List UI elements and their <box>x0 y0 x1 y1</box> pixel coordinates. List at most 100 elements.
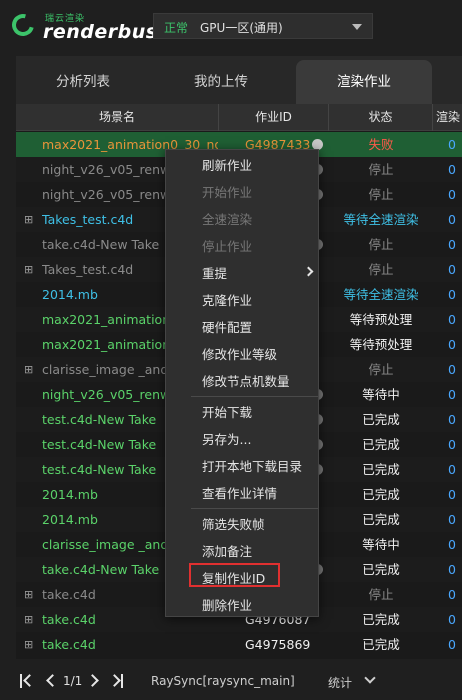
expand-toggle-icon[interactable] <box>24 157 36 182</box>
render-count-cell: 0 <box>448 262 456 277</box>
tab-my-uploads[interactable]: 我的上传 <box>156 60 286 104</box>
pagination-bar: 1/1 RaySync[raysync_main] 统计 <box>0 662 462 700</box>
expand-toggle-icon[interactable] <box>24 482 36 507</box>
column-render[interactable]: 渲染 <box>433 104 462 131</box>
column-status[interactable]: 状态 <box>329 104 433 131</box>
region-mode: 正常 <box>164 21 189 35</box>
render-count-cell: 0 <box>448 162 456 177</box>
menu-item-label: 重提 <box>202 266 228 281</box>
last-page-icon[interactable] <box>108 673 124 689</box>
table-row[interactable]: ⊞ take.c4d G4975869 已完成 0 <box>16 632 462 657</box>
render-count-cell: 0 <box>448 287 456 302</box>
menu-item-refresh-job[interactable]: 刷新作业 <box>166 152 318 179</box>
status-cell: 已完成 <box>362 612 400 627</box>
job-id-cell: G4975869 <box>245 637 311 652</box>
render-count-cell: 0 <box>448 412 456 427</box>
menu-item-label: 添加备注 <box>202 544 253 559</box>
menu-item-label: 另存为... <box>202 432 252 447</box>
menu-item-label: 开始下载 <box>202 405 253 420</box>
expand-toggle-icon[interactable] <box>24 407 36 432</box>
expand-toggle-icon[interactable] <box>24 232 36 257</box>
region-select[interactable]: 正常 GPU一区(通用) <box>153 13 373 39</box>
status-cell: 失败 <box>368 137 394 152</box>
page-indicator: 1/1 <box>63 674 83 688</box>
column-scene-name[interactable]: 场景名 <box>16 104 219 131</box>
first-page-icon[interactable] <box>20 673 36 689</box>
render-count-cell: 0 <box>448 137 456 152</box>
status-cell: 已完成 <box>362 437 400 452</box>
logo-text: renderbus <box>43 21 158 43</box>
status-cell: 停止 <box>368 362 394 377</box>
expand-toggle-icon[interactable]: ⊞ <box>24 207 36 232</box>
menu-item-label: 克隆作业 <box>202 293 253 308</box>
render-count-cell: 0 <box>448 612 456 627</box>
menu-item-add-note[interactable]: 添加备注 <box>166 538 318 565</box>
status-cell: 已完成 <box>362 637 400 652</box>
transfer-engine-label[interactable]: RaySync[raysync_main] <box>151 674 295 688</box>
render-count-cell: 0 <box>448 387 456 402</box>
tab-render-jobs[interactable]: 渲染作业 <box>296 60 432 104</box>
menu-item-label: 修改节点机数量 <box>202 374 290 389</box>
table-header: 场景名 作业ID 状态 渲染 <box>16 104 462 131</box>
menu-item-clone-job[interactable]: 克隆作业 <box>166 287 318 314</box>
menu-item-modify-job-level[interactable]: 修改作业等级 <box>166 341 318 368</box>
chevron-down-icon[interactable] <box>364 672 376 684</box>
expand-toggle-icon[interactable]: ⊞ <box>24 357 36 382</box>
expand-toggle-icon[interactable]: ⊞ <box>24 582 36 607</box>
menu-item-view-job-details[interactable]: 查看作业详情 <box>166 480 318 507</box>
menu-item-label: 查看作业详情 <box>202 486 278 501</box>
menu-item-delete-job[interactable]: 删除作业 <box>166 592 318 619</box>
render-count-cell: 0 <box>448 362 456 377</box>
render-count-cell: 0 <box>448 487 456 502</box>
prev-page-icon[interactable] <box>45 673 59 689</box>
status-cell: 等待预处理 <box>349 337 413 352</box>
expand-toggle-icon[interactable] <box>24 532 36 557</box>
render-count-cell: 0 <box>448 462 456 477</box>
render-count-cell: 0 <box>448 312 456 327</box>
column-job-id[interactable]: 作业ID <box>219 104 329 131</box>
status-cell: 停止 <box>368 262 394 277</box>
menu-item-start-download[interactable]: 开始下载 <box>166 399 318 426</box>
expand-toggle-icon[interactable] <box>24 432 36 457</box>
expand-toggle-icon[interactable] <box>24 507 36 532</box>
expand-toggle-icon[interactable]: ⊞ <box>24 632 36 657</box>
chevron-right-icon <box>303 266 314 277</box>
menu-item-resubmit[interactable]: 重提 <box>166 260 318 287</box>
menu-item-open-local-download-dir[interactable]: 打开本地下载目录 <box>166 453 318 480</box>
render-count-cell: 0 <box>448 337 456 352</box>
menu-item-hardware-config[interactable]: 硬件配置 <box>166 314 318 341</box>
status-cell: 等待全速渲染 <box>343 212 419 227</box>
status-cell: 已完成 <box>362 412 400 427</box>
next-page-icon[interactable] <box>86 673 100 689</box>
expand-toggle-icon[interactable] <box>24 457 36 482</box>
expand-toggle-icon[interactable] <box>24 382 36 407</box>
status-cell: 停止 <box>368 187 394 202</box>
tab-analysis-list[interactable]: 分析列表 <box>18 60 148 104</box>
expand-toggle-icon[interactable] <box>24 307 36 332</box>
menu-item-save-as[interactable]: 另存为... <box>166 426 318 453</box>
expand-toggle-icon[interactable] <box>24 132 36 157</box>
stats-toggle[interactable]: 统计 <box>328 674 352 691</box>
status-cell: 等待中 <box>362 537 400 552</box>
menu-item-label: 停止作业 <box>202 239 253 254</box>
render-count-cell: 0 <box>448 637 456 652</box>
renderbus-logo-icon <box>7 9 39 41</box>
menu-item-start-job: 开始作业 <box>166 179 318 206</box>
menu-item-label: 修改作业等级 <box>202 347 278 362</box>
status-cell: 等待预处理 <box>349 312 413 327</box>
expand-toggle-icon[interactable] <box>24 182 36 207</box>
expand-toggle-icon[interactable]: ⊞ <box>24 607 36 632</box>
region-name: GPU一区(通用) <box>200 21 283 35</box>
render-count-cell: 0 <box>448 512 456 527</box>
menu-item-filter-failed-frames[interactable]: 筛选失败帧 <box>166 511 318 538</box>
menu-item-modify-node-count[interactable]: 修改节点机数量 <box>166 368 318 395</box>
render-count-cell: 0 <box>448 237 456 252</box>
expand-toggle-icon[interactable] <box>24 282 36 307</box>
expand-toggle-icon[interactable] <box>24 557 36 582</box>
expand-toggle-icon[interactable]: ⊞ <box>24 257 36 282</box>
context-menu: 刷新作业 开始作业 全速渲染停止作业重提克隆作业硬件配置修改作业等级 修改节点机数量开… <box>165 149 319 617</box>
status-cell: 停止 <box>368 162 394 177</box>
menu-item-full-speed-render: 全速渲染 <box>166 206 318 233</box>
scene-name-cell: take.c4d <box>42 637 96 652</box>
expand-toggle-icon[interactable] <box>24 332 36 357</box>
